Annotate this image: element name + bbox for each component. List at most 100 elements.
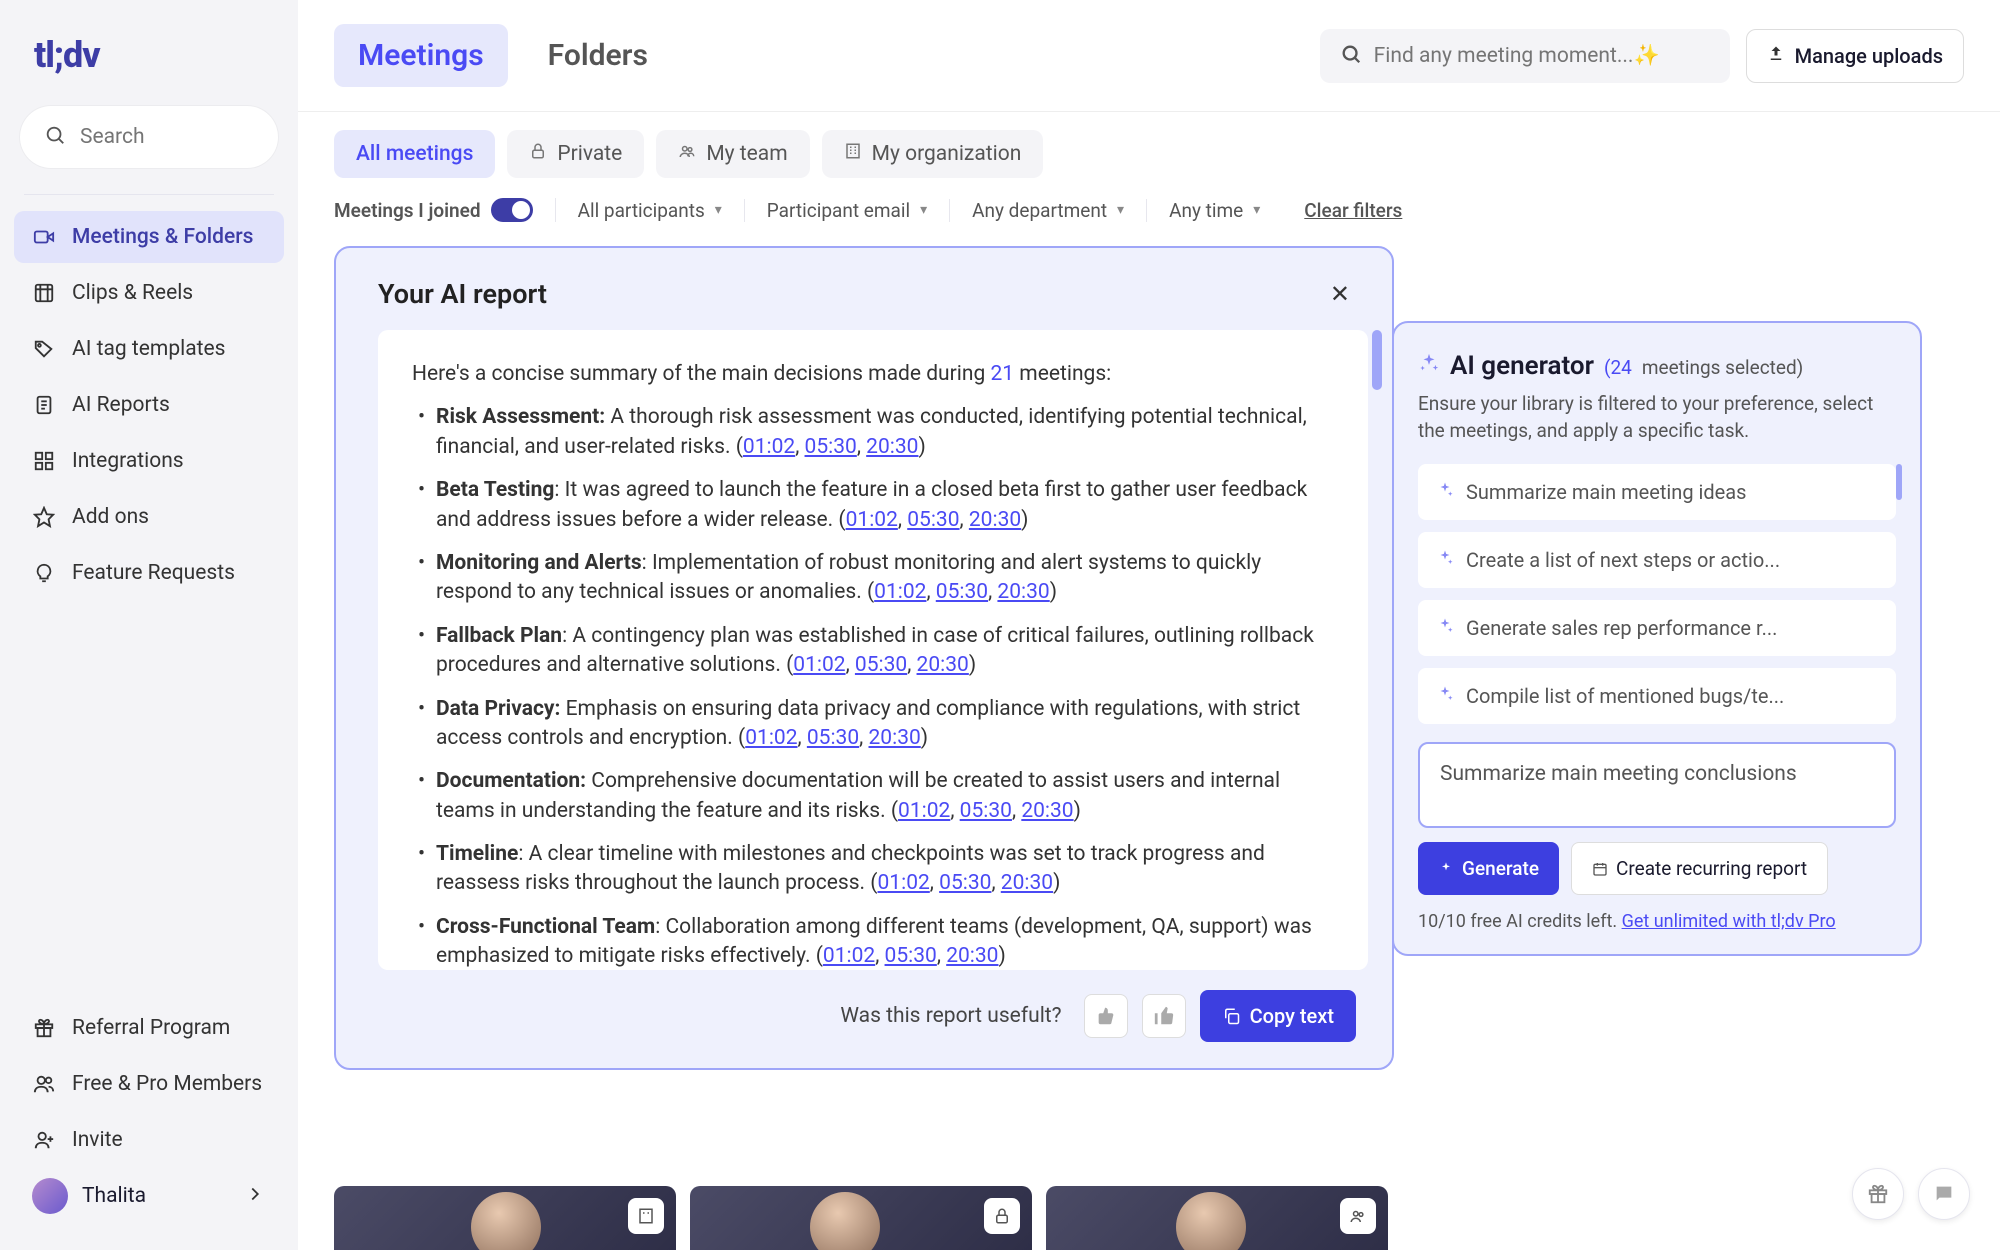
nav-feature-requests[interactable]: Feature Requests xyxy=(14,547,284,599)
suggestion-item[interactable]: Compile list of mentioned bugs/te... xyxy=(1418,668,1896,724)
nav-label: Meetings & Folders xyxy=(72,225,253,249)
timestamp-link[interactable]: 01:02 xyxy=(743,435,795,459)
film-icon xyxy=(32,281,56,305)
sparkle-icon xyxy=(1436,684,1454,708)
timestamp-link[interactable]: 05:30 xyxy=(805,435,857,459)
chat-fab[interactable] xyxy=(1918,1168,1970,1220)
timestamp-link[interactable]: 20:30 xyxy=(1021,799,1073,823)
search-icon xyxy=(1340,43,1362,69)
tab-meetings[interactable]: Meetings xyxy=(334,24,508,87)
copy-text-button[interactable]: Copy text xyxy=(1200,990,1356,1042)
create-recurring-button[interactable]: Create recurring report xyxy=(1571,842,1828,895)
content-area: Your AI report ✕ Here's a concise summar… xyxy=(298,246,2000,1250)
timestamp-link[interactable]: 05:30 xyxy=(807,726,859,750)
dropdown-label: Participant email xyxy=(767,199,910,222)
nav-members[interactable]: Free & Pro Members xyxy=(14,1058,284,1110)
filter-participants[interactable]: All participants ▾ xyxy=(556,199,745,222)
nav-integrations[interactable]: Integrations xyxy=(14,435,284,487)
pill-label: Private xyxy=(557,142,622,166)
team-icon xyxy=(678,142,696,166)
pill-all-meetings[interactable]: All meetings xyxy=(334,130,495,178)
nav-add-ons[interactable]: Add ons xyxy=(14,491,284,543)
report-body[interactable]: Here's a concise summary of the main dec… xyxy=(378,330,1368,970)
nav-meetings-folders[interactable]: Meetings & Folders xyxy=(14,211,284,263)
manage-uploads-button[interactable]: Manage uploads xyxy=(1746,29,1964,83)
sparkle-icon xyxy=(1436,616,1454,640)
timestamp-link[interactable]: 01:02 xyxy=(823,944,875,968)
nav-label: Integrations xyxy=(72,449,184,473)
star-icon xyxy=(32,505,56,529)
user-menu[interactable]: Thalita xyxy=(14,1166,284,1226)
lock-badge-icon xyxy=(984,1198,1020,1234)
filter-email[interactable]: Participant email ▾ xyxy=(745,199,950,222)
gift-fab[interactable] xyxy=(1852,1168,1904,1220)
timestamp-link[interactable]: 01:02 xyxy=(874,580,926,604)
report-item: Monitoring and Alerts: Implementation of… xyxy=(412,549,1334,608)
suggestion-item[interactable]: Generate sales rep performance r... xyxy=(1418,600,1896,656)
nav-ai-reports[interactable]: AI Reports xyxy=(14,379,284,431)
timestamp-link[interactable]: 01:02 xyxy=(745,726,797,750)
timestamp-link[interactable]: 05:30 xyxy=(855,653,907,677)
generate-button[interactable]: Generate xyxy=(1418,842,1559,895)
timestamp-link[interactable]: 01:02 xyxy=(793,653,845,677)
filter-time[interactable]: Any time ▾ xyxy=(1147,199,1282,222)
report-footer: Was this report usefult? Copy text xyxy=(336,970,1392,1068)
chevron-down-icon: ▾ xyxy=(1117,202,1124,218)
timestamp-link[interactable]: 05:30 xyxy=(907,508,959,532)
org-badge-icon xyxy=(628,1198,664,1234)
global-search[interactable] xyxy=(1320,29,1730,83)
timestamp-link[interactable]: 20:30 xyxy=(1001,871,1053,895)
ai-generator-panel: AI generator (24 meetings selected) Ensu… xyxy=(1392,321,1922,956)
sidebar-search[interactable] xyxy=(20,106,278,168)
timestamp-link[interactable]: 01:02 xyxy=(878,871,930,895)
close-icon[interactable]: ✕ xyxy=(1330,280,1350,308)
timestamp-link[interactable]: 01:02 xyxy=(846,508,898,532)
generator-count: (24 xyxy=(1604,356,1632,379)
pill-my-team[interactable]: My team xyxy=(656,130,809,178)
joined-toggle[interactable] xyxy=(491,198,533,222)
thumbs-down-button[interactable] xyxy=(1084,994,1128,1038)
bottom-nav-list: Referral Program Free & Pro Members Invi… xyxy=(14,1002,284,1166)
report-item: Timeline: A clear timeline with mileston… xyxy=(412,840,1334,899)
timestamp-link[interactable]: 05:30 xyxy=(960,799,1012,823)
timestamp-link[interactable]: 20:30 xyxy=(917,653,969,677)
video-tile[interactable] xyxy=(1046,1186,1388,1250)
get-unlimited-link[interactable]: Get unlimited with tl;dv Pro xyxy=(1622,911,1836,932)
generator-input[interactable]: Summarize main meeting conclusions xyxy=(1418,742,1896,828)
filter-department[interactable]: Any department ▾ xyxy=(950,199,1147,222)
nav-clips-reels[interactable]: Clips & Reels xyxy=(14,267,284,319)
suggestion-item[interactable]: Summarize main meeting ideas xyxy=(1418,464,1896,520)
timestamp-link[interactable]: 20:30 xyxy=(997,580,1049,604)
nav-ai-tag-templates[interactable]: AI tag templates xyxy=(14,323,284,375)
timestamp-link[interactable]: 20:30 xyxy=(869,726,921,750)
timestamp-link[interactable]: 05:30 xyxy=(885,944,937,968)
tab-folders[interactable]: Folders xyxy=(524,24,672,87)
scrollbar-thumb[interactable] xyxy=(1372,330,1382,390)
report-title: Your AI report xyxy=(378,278,547,310)
timestamp-link[interactable]: 05:30 xyxy=(939,871,991,895)
nav-invite[interactable]: Invite xyxy=(14,1114,284,1166)
video-tile[interactable] xyxy=(690,1186,1032,1250)
clear-filters-link[interactable]: Clear filters xyxy=(1304,199,1402,222)
people-icon xyxy=(32,1072,56,1096)
nav-label: Free & Pro Members xyxy=(72,1072,262,1096)
timestamp-link[interactable]: 20:30 xyxy=(946,944,998,968)
pill-my-org[interactable]: My organization xyxy=(822,130,1044,178)
suggestion-item[interactable]: Create a list of next steps or actio... xyxy=(1418,532,1896,588)
timestamp-link[interactable]: 01:02 xyxy=(898,799,950,823)
user-name: Thalita xyxy=(82,1184,146,1208)
avatar xyxy=(32,1178,68,1214)
timestamp-link[interactable]: 05:30 xyxy=(936,580,988,604)
nav-referral[interactable]: Referral Program xyxy=(14,1002,284,1054)
report-item: Cross-Functional Team: Collaboration amo… xyxy=(412,913,1334,970)
video-tile[interactable] xyxy=(334,1186,676,1250)
timestamp-link[interactable]: 20:30 xyxy=(969,508,1021,532)
nav-label: Invite xyxy=(72,1128,123,1152)
sidebar-search-input[interactable] xyxy=(80,125,254,149)
pill-private[interactable]: Private xyxy=(507,130,644,178)
thumbs-up-button[interactable] xyxy=(1142,994,1186,1038)
credits-text: 10/10 free AI credits left. xyxy=(1418,911,1622,932)
timestamp-link[interactable]: 20:30 xyxy=(866,435,918,459)
global-search-input[interactable] xyxy=(1374,44,1710,68)
scrollbar-thumb[interactable] xyxy=(1896,464,1902,500)
